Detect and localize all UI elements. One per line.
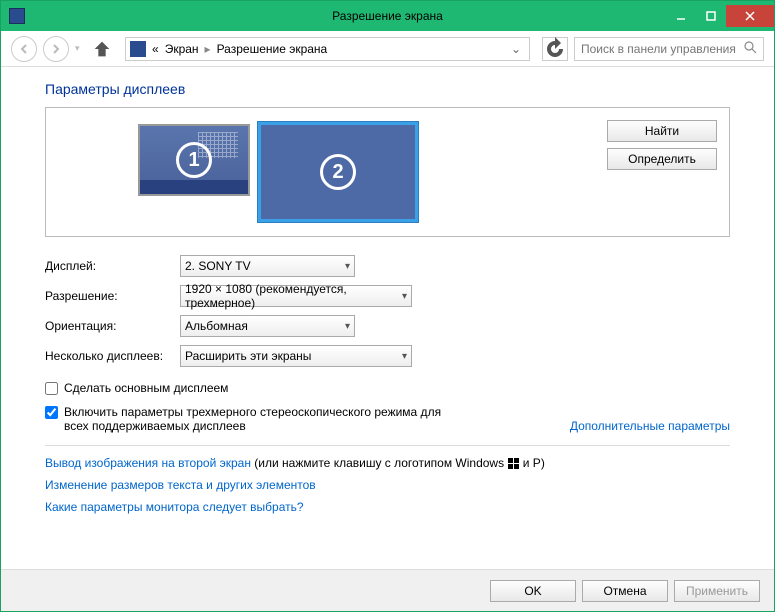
search-box[interactable] <box>574 37 764 61</box>
minimize-button[interactable] <box>666 5 696 27</box>
multi-label: Несколько дисплеев: <box>45 349 180 363</box>
back-button[interactable] <box>11 36 37 62</box>
control-panel-icon <box>130 41 146 57</box>
up-button[interactable] <box>91 38 113 60</box>
windows-logo-icon <box>507 458 519 470</box>
project-link[interactable]: Вывод изображения на второй экран <box>45 456 251 470</box>
apply-button[interactable]: Применить <box>674 580 760 602</box>
orientation-label: Ориентация: <box>45 319 180 333</box>
multi-display-select[interactable]: Расширить эти экраны▾ <box>180 345 412 367</box>
cancel-button[interactable]: Отмена <box>582 580 668 602</box>
toolbar: ▾ « Экран ▸ Разрешение экрана ⌄ <box>1 31 774 67</box>
monitor-1[interactable]: 1 <box>138 124 250 196</box>
make-primary-label: Сделать основным дисплеем <box>64 381 730 395</box>
titlebar: Разрешение экрана <box>1 1 774 31</box>
breadcrumb-resolution[interactable]: Разрешение экрана <box>217 42 328 56</box>
resolution-select[interactable]: 1920 × 1080 (рекомендуется, трехмерное)▾ <box>180 285 412 307</box>
breadcrumb-sep-icon: ▸ <box>205 42 211 56</box>
chevron-down-icon: ▾ <box>345 321 350 332</box>
advanced-settings-link[interactable]: Дополнительные параметры <box>570 419 730 433</box>
forward-button[interactable] <box>43 36 69 62</box>
history-dropdown[interactable]: ▾ <box>75 43 85 54</box>
search-icon <box>744 41 757 57</box>
display-label: Дисплей: <box>45 259 180 273</box>
breadcrumb-screen[interactable]: Экран <box>165 42 199 56</box>
project-link-line: Вывод изображения на второй экран (или н… <box>45 456 730 470</box>
monitor-2[interactable]: 2 <box>258 122 418 222</box>
stereo3d-checkbox[interactable] <box>45 406 58 419</box>
close-button[interactable] <box>726 5 774 27</box>
chevron-down-icon: ▾ <box>345 261 350 272</box>
resolution-label: Разрешение: <box>45 289 180 303</box>
text-size-link[interactable]: Изменение размеров текста и других элеме… <box>45 478 730 492</box>
app-icon <box>9 8 25 24</box>
identify-button[interactable]: Определить <box>607 148 717 170</box>
make-primary-checkbox[interactable] <box>45 382 58 395</box>
address-bar[interactable]: « Экран ▸ Разрешение экрана ⌄ <box>125 37 530 61</box>
orientation-select[interactable]: Альбомная▾ <box>180 315 355 337</box>
page-heading: Параметры дисплеев <box>45 81 730 97</box>
detect-button[interactable]: Найти <box>607 120 717 142</box>
chevron-down-icon: ▾ <box>402 291 407 302</box>
ok-button[interactable]: OK <box>490 580 576 602</box>
stereo3d-label: Включить параметры трехмерного стереоско… <box>64 405 444 433</box>
which-monitor-link[interactable]: Какие параметры монитора следует выбрать… <box>45 500 730 514</box>
maximize-button[interactable] <box>696 5 726 27</box>
breadcrumb-prefix[interactable]: « <box>152 42 159 56</box>
refresh-button[interactable] <box>542 37 568 61</box>
display-select[interactable]: 2. SONY TV▾ <box>180 255 355 277</box>
address-dropdown-icon[interactable]: ⌄ <box>507 42 525 56</box>
chevron-down-icon: ▾ <box>402 351 407 362</box>
window-title: Разрешение экрана <box>332 9 443 23</box>
display-preview: 1 2 Найти Определить <box>45 107 730 237</box>
search-input[interactable] <box>581 42 744 56</box>
footer: OK Отмена Применить <box>1 569 774 611</box>
monitor-2-number: 2 <box>320 154 356 190</box>
